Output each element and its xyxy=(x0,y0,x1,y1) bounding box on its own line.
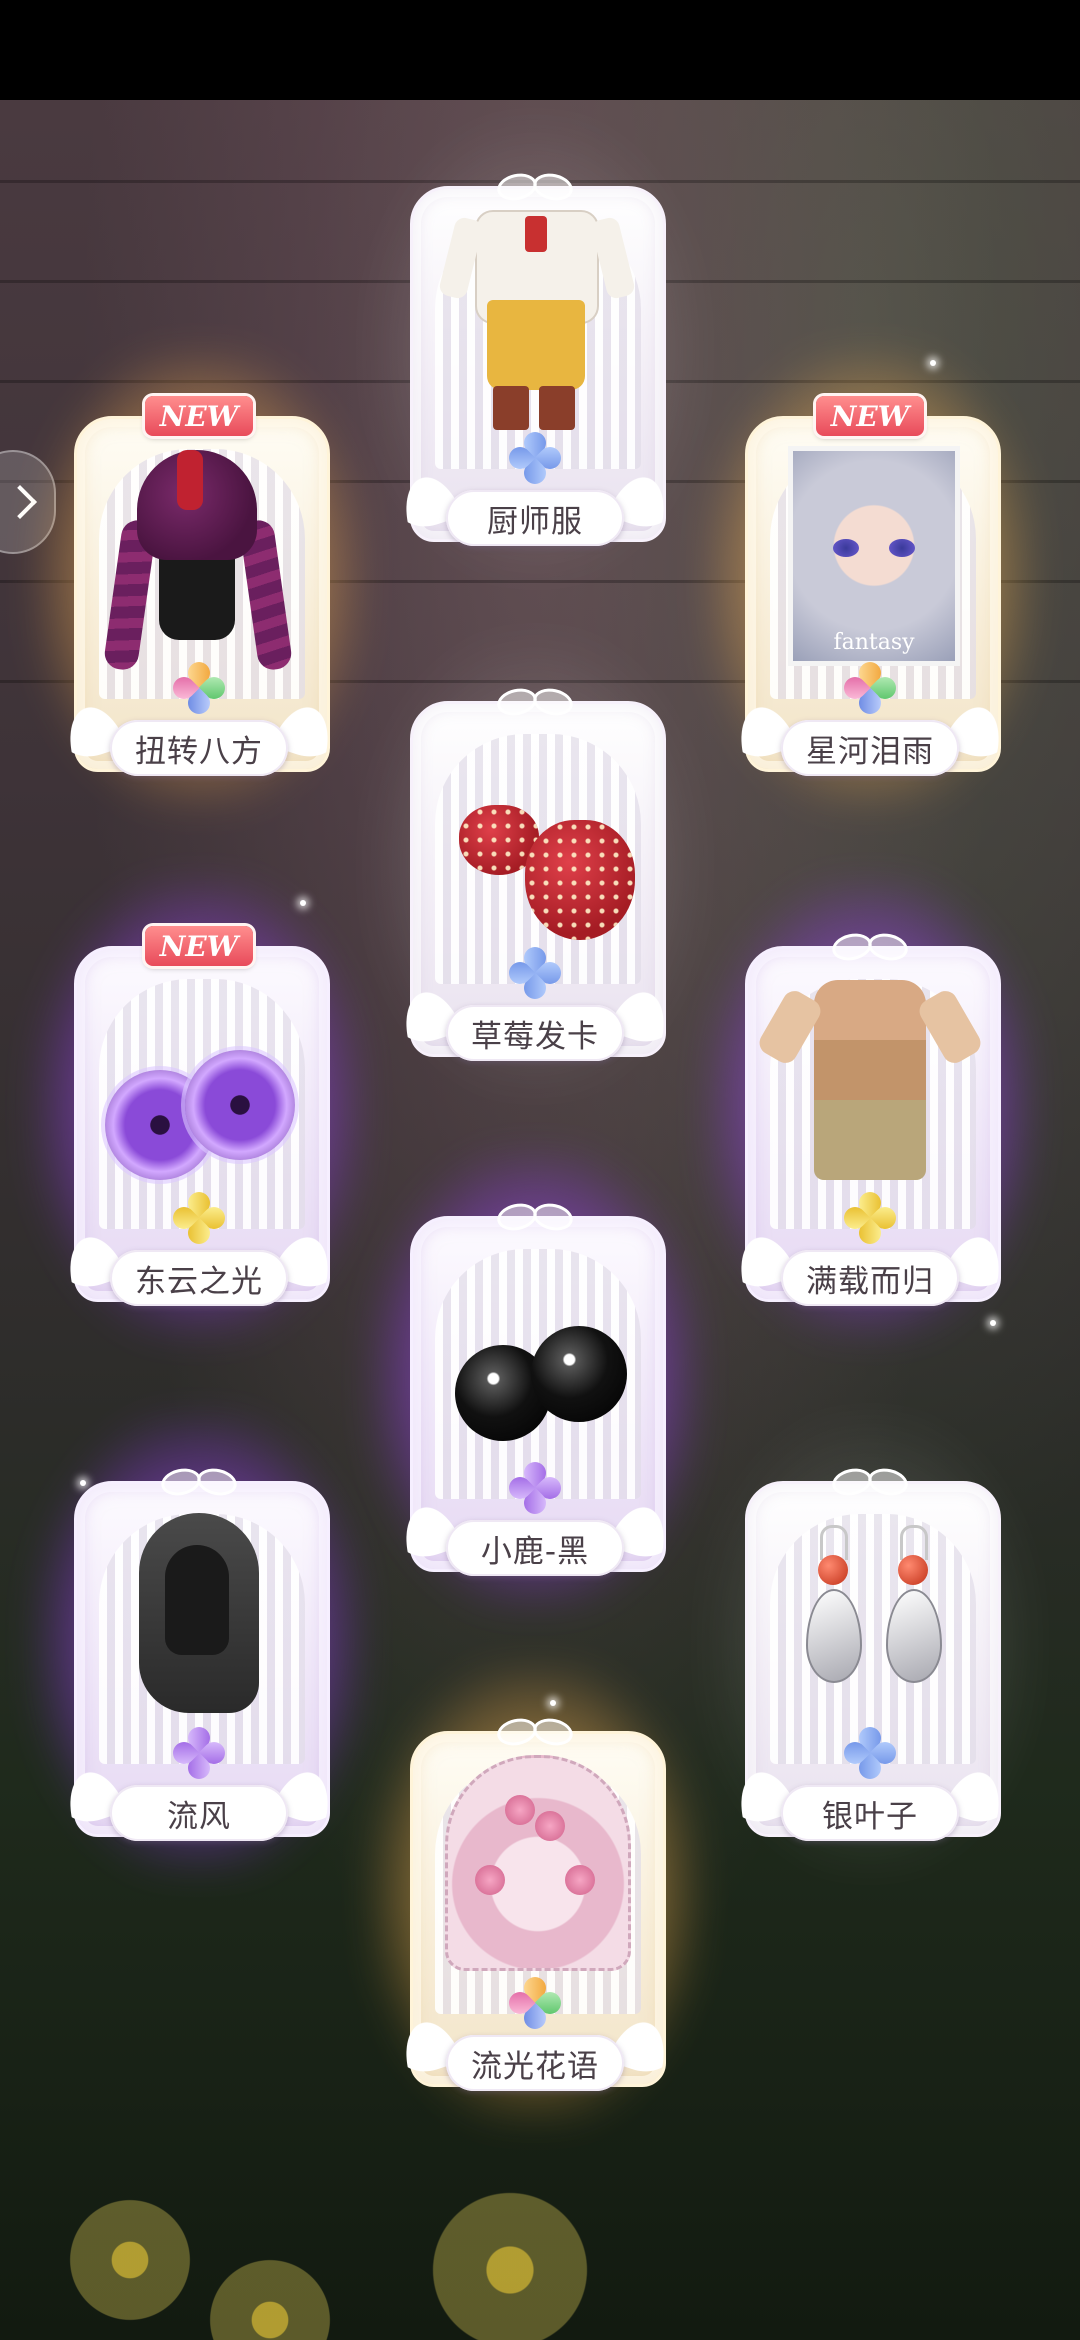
item-card-eastern-cloud-light[interactable]: NEW 东云之光 xyxy=(34,880,364,1338)
rarity-flower-icon xyxy=(839,657,901,719)
rarity-flower-icon xyxy=(504,1972,566,2034)
item-name: 星河泪雨 xyxy=(781,720,959,776)
new-badge: NEW xyxy=(816,396,924,436)
yellow-flower-decoration xyxy=(200,2250,340,2340)
strawberry-hairpin-icon xyxy=(435,725,635,945)
rarity-flower-icon xyxy=(504,427,566,489)
portrait-caption: fantasy xyxy=(833,630,915,655)
sparkle xyxy=(930,360,936,366)
item-name: 东云之光 xyxy=(110,1250,288,1306)
item-name: 流光花语 xyxy=(446,2035,624,2091)
item-name: 小鹿-黑 xyxy=(446,1520,624,1576)
sparkle xyxy=(550,1700,556,1706)
item-name: 银叶子 xyxy=(781,1785,959,1841)
brown-outfit-icon xyxy=(770,970,970,1190)
item-card-strawberry-hairpin[interactable]: 草莓发卡 xyxy=(370,635,700,1093)
yellow-flower-decoration xyxy=(60,2190,200,2330)
item-name: 扭转八方 xyxy=(110,720,288,776)
bow-icon xyxy=(159,1465,239,1495)
rarity-flower-icon xyxy=(839,1722,901,1784)
rarity-flower-icon xyxy=(839,1187,901,1249)
item-card-flowing-wind[interactable]: 流风 xyxy=(34,1415,364,1873)
black-eyes-icon xyxy=(435,1240,635,1460)
rose-fan-icon xyxy=(435,1755,635,1975)
portrait-card-icon: fantasy xyxy=(770,440,970,666)
sparkle xyxy=(80,1480,86,1486)
sparkle xyxy=(300,900,306,906)
rarity-flower-icon xyxy=(504,942,566,1004)
new-badge: NEW xyxy=(145,926,253,966)
rarity-flower-icon xyxy=(168,1722,230,1784)
bow-icon xyxy=(495,1715,575,1745)
chef-outfit-icon xyxy=(435,210,635,430)
yellow-flower-decoration xyxy=(420,2180,600,2340)
braided-hair-icon xyxy=(99,440,299,672)
bow-icon xyxy=(495,1200,575,1230)
item-card-full-load-return[interactable]: 满载而归 xyxy=(705,880,1035,1338)
item-card-fawn-black[interactable]: 小鹿-黑 xyxy=(370,1150,700,1608)
sparkle xyxy=(990,1320,996,1326)
chevron-right-icon xyxy=(3,485,37,519)
item-card-flowing-light-flower[interactable]: 流光花语 xyxy=(370,1665,700,2123)
item-name: 草莓发卡 xyxy=(446,1005,624,1061)
item-card-silver-leaf[interactable]: 银叶子 xyxy=(705,1415,1035,1873)
rarity-flower-icon xyxy=(504,1457,566,1519)
rarity-flower-icon xyxy=(168,657,230,719)
item-card-chef-outfit[interactable]: 厨师服 xyxy=(370,120,700,578)
bow-icon xyxy=(830,1465,910,1495)
bow-icon xyxy=(495,685,575,715)
bow-icon xyxy=(495,170,575,200)
item-card-twisted-braids[interactable]: NEW 扭转八方 xyxy=(34,350,364,808)
gray-hair-icon xyxy=(99,1505,299,1725)
purple-eyes-icon xyxy=(99,970,299,1190)
bow-icon xyxy=(830,930,910,960)
item-name: 满载而归 xyxy=(781,1250,959,1306)
item-name: 流风 xyxy=(110,1785,288,1841)
new-badge: NEW xyxy=(145,396,253,436)
item-name: 厨师服 xyxy=(446,490,624,546)
item-card-galaxy-tears[interactable]: NEW fantasy 星河泪雨 xyxy=(705,350,1035,808)
silver-leaf-earrings-icon xyxy=(770,1505,970,1725)
rarity-flower-icon xyxy=(168,1187,230,1249)
